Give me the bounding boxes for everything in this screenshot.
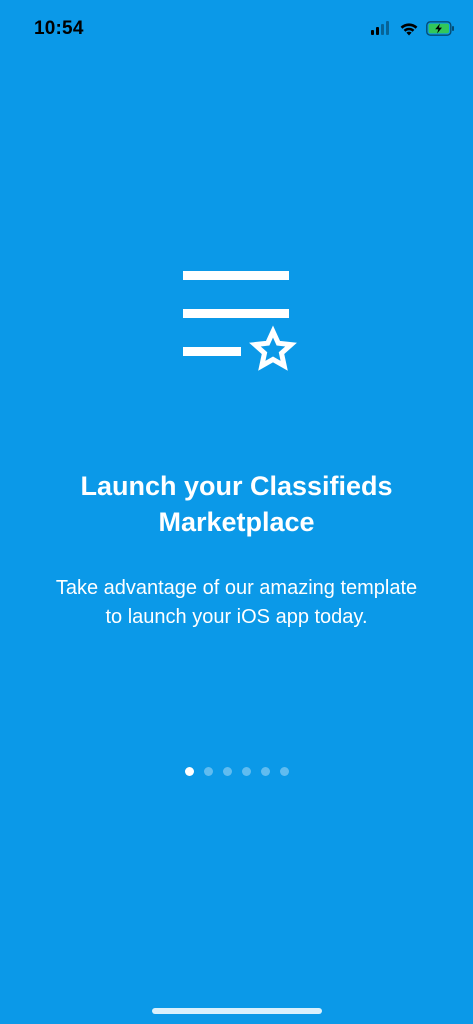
- page-dot-3[interactable]: [222, 767, 232, 776]
- status-time: 10:54: [34, 18, 84, 39]
- page-dot-1[interactable]: [184, 767, 194, 776]
- page-dot-6[interactable]: [279, 767, 289, 776]
- wifi-icon: [400, 22, 418, 35]
- battery-charging-icon: [426, 20, 454, 36]
- page-dot-2[interactable]: [203, 767, 213, 776]
- onboarding-title: Launch your Classifieds Marketplace: [80, 471, 393, 537]
- onboarding-screen: 10:54 Launch your Classifieds Marketplac…: [0, 0, 473, 1024]
- home-indicator[interactable]: [152, 1008, 322, 1014]
- status-icons: [371, 18, 455, 38]
- cellular-signal-icon: [371, 21, 391, 35]
- list-star-icon: [183, 271, 297, 371]
- page-dot-4[interactable]: [241, 767, 251, 776]
- onboarding-description: Take advantage of our amazing template t…: [55, 577, 418, 628]
- page-dot-5[interactable]: [260, 767, 270, 776]
- page-indicator[interactable]: [0, 767, 473, 776]
- status-bar: 10:54: [0, 0, 473, 58]
